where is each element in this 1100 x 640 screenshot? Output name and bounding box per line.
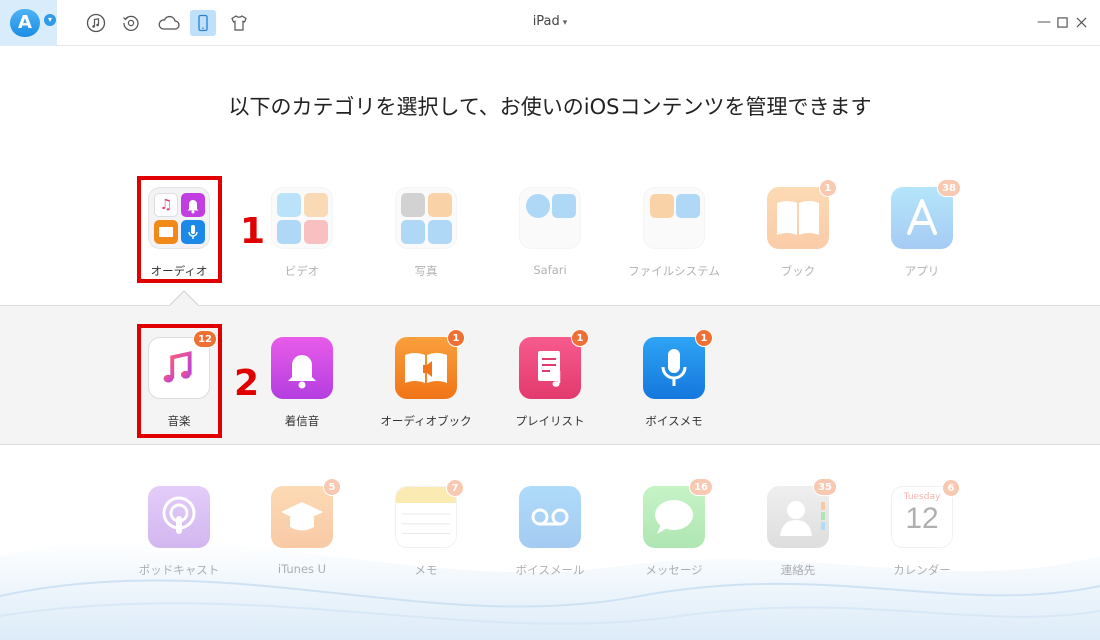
category-label: iTunes U (277, 562, 327, 576)
category-apps[interactable]: 38 アプリ (872, 179, 972, 279)
notes-icon: 7 (395, 479, 464, 548)
category-video[interactable]: ビデオ (252, 187, 352, 279)
graduation-cap-icon: 5 (271, 478, 341, 548)
contacts-icon: 35 (767, 478, 837, 548)
badge: 16 (689, 478, 713, 496)
bell-icon (271, 337, 333, 399)
video-mini-icon (277, 220, 301, 244)
chevron-down-icon: ▾ (562, 18, 568, 28)
page-heading: 以下のカテゴリを選択して、お使いのiOSコンテンツを管理できます (228, 95, 872, 119)
gallery-mini-icon (428, 193, 452, 217)
audio-item-ringtones[interactable]: 着信音 (252, 337, 352, 429)
bookmark-mini-icon (552, 194, 576, 218)
minimize-icon: — (1037, 14, 1051, 30)
category-photos[interactable]: 写真 (376, 187, 476, 279)
compass-mini-icon (526, 194, 550, 218)
category-notes[interactable]: 7 メモ (376, 479, 476, 578)
category-label: 連絡先 (780, 563, 816, 577)
category-label: アプリ (904, 264, 940, 278)
category-contacts[interactable]: 35 連絡先 (748, 478, 848, 578)
calendar-icon: Tuesday 12 6 (891, 479, 960, 548)
album-mini-icon (401, 220, 425, 244)
badge: 6 (942, 479, 960, 497)
badge: 1 (819, 179, 837, 197)
audio-item-label: プレイリスト (515, 414, 585, 428)
message-bubble-icon: 16 (643, 478, 713, 548)
category-file-system[interactable]: ファイルシステム (624, 187, 724, 279)
panel-pointer-fill (169, 292, 199, 307)
category-label: カレンダー (893, 563, 951, 577)
device-name: iPad (532, 14, 560, 29)
badge: 1 (447, 329, 465, 347)
category-label: ポッドキャスト (138, 563, 220, 577)
playlist-icon: 1 (519, 329, 589, 399)
panorama-mini-icon (428, 220, 452, 244)
audio-item-label: ボイスメモ (645, 414, 703, 428)
book-icon: 1 (767, 179, 837, 249)
badge: 38 (937, 179, 961, 197)
photos-category-icon (395, 187, 457, 249)
badge: 35 (813, 478, 837, 496)
category-label: ファイルシステム (628, 264, 720, 278)
video-category-icon (271, 187, 333, 249)
podcast-icon (148, 486, 210, 548)
audiobook-icon: 1 (395, 329, 465, 399)
category-voicemail[interactable]: ボイスメール (500, 486, 600, 578)
audio-item-label: オーディオブック (380, 414, 472, 428)
category-label: ボイスメール (515, 563, 585, 577)
audio-item-audiobooks[interactable]: 1 オーディオブック (376, 329, 476, 429)
minimize-button[interactable]: — (1035, 12, 1053, 32)
audio-item-voice-memos[interactable]: 1 ボイスメモ (624, 329, 724, 429)
category-label: ブック (780, 264, 816, 278)
clip-mini-icon (304, 220, 328, 244)
step-number-1: 1 (240, 211, 266, 252)
highlight-box-music (137, 324, 222, 438)
highlight-box-audio (137, 176, 222, 283)
badge: 5 (323, 478, 341, 496)
usb-mini-icon (676, 194, 700, 218)
category-messages[interactable]: 16 メッセージ (624, 478, 724, 578)
category-itunes-u[interactable]: 5 iTunes U (252, 478, 352, 576)
category-label: Safari (533, 263, 567, 277)
badge: 7 (446, 479, 464, 497)
maximize-icon (1056, 16, 1068, 28)
category-label: ビデオ (284, 264, 320, 278)
category-label: 写真 (414, 264, 438, 278)
microphone-icon: 1 (643, 329, 713, 399)
camera-mini-icon (401, 193, 425, 217)
badge: 1 (571, 329, 589, 347)
calendar-day: 12 (905, 502, 939, 535)
category-label: メモ (414, 563, 438, 577)
step-number-2: 2 (234, 363, 260, 404)
category-safari[interactable]: Safari (500, 187, 600, 277)
category-calendar[interactable]: Tuesday 12 6 カレンダー (872, 479, 972, 578)
device-selector[interactable]: iPad ▾ (0, 14, 1100, 29)
file-system-category-icon (643, 187, 705, 249)
movie-mini-icon (277, 193, 301, 217)
category-podcasts[interactable]: ポッドキャスト (129, 486, 229, 578)
voicemail-icon (519, 486, 581, 548)
category-label: メッセージ (645, 563, 703, 577)
title-bar: A ▾ iPad ▾ — (0, 0, 1100, 46)
badge: 1 (695, 329, 713, 347)
tv-mini-icon (304, 193, 328, 217)
close-icon (1075, 16, 1087, 28)
audio-item-label: 着信音 (284, 414, 320, 428)
audio-item-playlists[interactable]: 1 プレイリスト (500, 329, 600, 429)
maximize-button[interactable] (1053, 12, 1071, 32)
safari-category-icon (519, 187, 581, 249)
close-button[interactable] (1072, 12, 1090, 32)
category-books[interactable]: 1 ブック (748, 179, 848, 279)
app-store-icon: 38 (891, 179, 961, 249)
phone-mini-icon (650, 194, 674, 218)
